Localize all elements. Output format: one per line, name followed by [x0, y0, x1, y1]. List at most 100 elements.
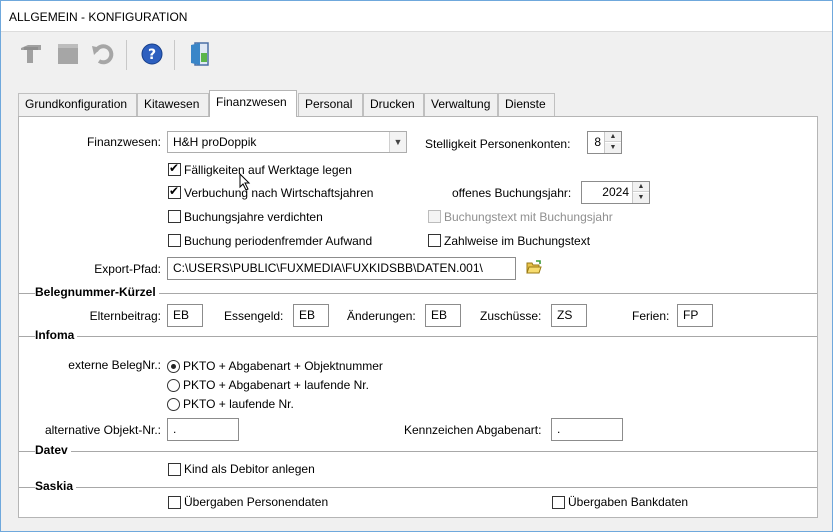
- kennzeichen-abgabenart-value: .: [557, 422, 561, 436]
- alternative-objekt-nr-input[interactable]: .: [167, 418, 239, 441]
- cancel-icon[interactable]: [55, 41, 81, 67]
- tab-dienste[interactable]: Dienste: [498, 93, 555, 116]
- bankdaten-checkbox[interactable]: [552, 496, 565, 509]
- toolbar-separator: [126, 40, 127, 70]
- stelligkeit-value: 8: [594, 135, 601, 149]
- ferien-label: Ferien:: [632, 309, 670, 323]
- tab-verwaltung[interactable]: Verwaltung: [424, 93, 498, 116]
- saskia-group-title: Saskia: [35, 479, 77, 493]
- finanzwesen-value: H&H proDoppik: [173, 135, 257, 149]
- elternbeitrag-label: Elternbeitrag:: [89, 309, 161, 323]
- buchungstext-label: Buchungstext mit Buchungsjahr: [444, 210, 613, 224]
- belegnummer-group-title: Belegnummer-Kürzel: [35, 285, 159, 299]
- group-divider: [19, 451, 817, 452]
- tab-label: Verwaltung: [431, 97, 491, 111]
- undo-icon[interactable]: [90, 41, 116, 67]
- essengeld-value: EB: [299, 308, 316, 322]
- alternative-objekt-nr-label: alternative Objekt-Nr.:: [44, 423, 161, 437]
- radio-laufende-nr-abgabenart-label: PKTO + Abgabenart + laufende Nr.: [183, 378, 369, 392]
- chevron-down-icon[interactable]: ▼: [389, 132, 406, 152]
- faelligkeiten-label: Fälligkeiten auf Werktage legen: [184, 163, 352, 177]
- bankdaten-label: Übergaben Bankdaten: [568, 495, 689, 509]
- radio-laufende-nr-abgabenart[interactable]: [167, 379, 180, 392]
- debitor-checkbox[interactable]: [168, 463, 181, 476]
- toolbar-separator: [174, 40, 175, 70]
- save-icon[interactable]: [18, 41, 44, 67]
- spin-down-icon[interactable]: ▼: [633, 193, 649, 203]
- faelligkeiten-checkbox[interactable]: ✔: [168, 161, 181, 176]
- finanzwesen-label: Finanzwesen:: [86, 135, 161, 149]
- spin-up-icon[interactable]: ▲: [605, 132, 621, 142]
- aenderungen-input[interactable]: EB: [425, 304, 461, 327]
- ferien-value: FP: [683, 308, 699, 322]
- verbuchung-label: Verbuchung nach Wirtschaftsjahren: [184, 186, 374, 200]
- tab-label: Finanzwesen: [216, 95, 287, 109]
- periodenfremd-checkbox[interactable]: [168, 234, 181, 247]
- check-icon: ✔: [169, 161, 180, 175]
- verdichten-label: Buchungsjahre verdichten: [184, 210, 323, 224]
- offenes-buchungsjahr-spinner[interactable]: 2024 ▲ ▼: [581, 181, 650, 204]
- export-path-value: C:\USERS\PUBLIC\FUXMEDIA\FUXKIDSBB\DATEN…: [173, 261, 483, 275]
- essengeld-label: Essengeld:: [224, 309, 284, 323]
- zuschuesse-input[interactable]: ZS: [551, 304, 587, 327]
- title-bar: ALLGEMEIN - KONFIGURATION: [1, 1, 832, 32]
- radio-objektnummer[interactable]: [167, 360, 180, 373]
- debitor-label: Kind als Debitor anlegen: [184, 462, 315, 476]
- offenes-buchungsjahr-label: offenes Buchungsjahr:: [452, 186, 572, 200]
- aenderungen-value: EB: [431, 308, 448, 322]
- folder-open-icon[interactable]: [526, 260, 542, 275]
- export-path-input[interactable]: C:\USERS\PUBLIC\FUXMEDIA\FUXKIDSBB\DATEN…: [167, 257, 516, 280]
- ferien-input[interactable]: FP: [677, 304, 713, 327]
- help-icon[interactable]: ?: [139, 41, 165, 67]
- personendaten-checkbox[interactable]: [168, 496, 181, 509]
- radio-laufende-nr-label: PKTO + laufende Nr.: [183, 397, 294, 411]
- check-icon: ✔: [169, 184, 180, 198]
- alternative-objekt-nr-value: .: [173, 422, 177, 436]
- tab-personal[interactable]: Personal: [298, 93, 363, 116]
- offenes-buchungsjahr-value: 2024: [602, 185, 629, 199]
- zuschuesse-label: Zuschüsse:: [480, 309, 542, 323]
- infoma-group-title: Infoma: [35, 328, 78, 342]
- tab-grundkonfiguration[interactable]: Grundkonfiguration: [18, 93, 137, 116]
- toolbar: ?: [1, 33, 832, 79]
- tab-kitawesen[interactable]: Kitawesen: [137, 93, 209, 116]
- stelligkeit-spinner[interactable]: 8 ▲ ▼: [587, 131, 622, 154]
- svg-text:?: ?: [148, 47, 156, 63]
- stelligkeit-label: Stelligkeit Personenkonten:: [425, 137, 571, 151]
- verbuchung-checkbox[interactable]: ✔: [168, 184, 181, 199]
- tab-label: Grundkonfiguration: [25, 97, 128, 111]
- radio-selected-dot: [171, 364, 176, 369]
- kennzeichen-abgabenart-input[interactable]: .: [551, 418, 623, 441]
- group-divider: [19, 487, 817, 488]
- radio-laufende-nr[interactable]: [167, 398, 180, 411]
- group-divider: [19, 336, 817, 337]
- tab-finanzwesen[interactable]: Finanzwesen: [209, 90, 297, 117]
- tab-label: Dienste: [505, 97, 546, 111]
- personendaten-label: Übergaben Personendaten: [184, 495, 329, 509]
- tab-drucken[interactable]: Drucken: [363, 93, 424, 116]
- radio-objektnummer-label: PKTO + Abgabenart + Objektnummer: [183, 359, 383, 373]
- tab-label: Kitawesen: [144, 97, 200, 111]
- verdichten-checkbox[interactable]: [168, 210, 181, 223]
- aenderungen-label: Änderungen:: [347, 309, 416, 323]
- export-path-label: Export-Pfad:: [94, 262, 161, 276]
- externe-belegnr-label: externe BelegNr.:: [68, 358, 161, 372]
- tab-label: Personal: [305, 97, 353, 111]
- zuschuesse-value: ZS: [557, 308, 573, 322]
- spin-up-icon[interactable]: ▲: [633, 182, 649, 192]
- exit-door-icon[interactable]: [187, 41, 213, 67]
- elternbeitrag-input[interactable]: EB: [167, 304, 203, 327]
- finanzwesen-select[interactable]: H&H proDoppik ▼: [167, 131, 407, 153]
- spin-down-icon[interactable]: ▼: [605, 143, 621, 153]
- elternbeitrag-value: EB: [173, 308, 190, 322]
- window-title: ALLGEMEIN - KONFIGURATION: [9, 10, 188, 24]
- configuration-window: ALLGEMEIN - KONFIGURATION ? Grundkonfigu…: [0, 0, 833, 532]
- essengeld-input[interactable]: EB: [293, 304, 329, 327]
- finanzwesen-panel: Finanzwesen: H&H proDoppik ▼ Stelligkeit…: [18, 116, 818, 518]
- tab-label: Drucken: [370, 97, 415, 111]
- kennzeichen-abgabenart-label: Kennzeichen Abgabenart:: [404, 423, 542, 437]
- zahlweise-checkbox[interactable]: [428, 234, 441, 247]
- buchungstext-checkbox[interactable]: [428, 210, 441, 223]
- zahlweise-label: Zahlweise im Buchungstext: [444, 234, 591, 248]
- datev-group-title: Datev: [35, 443, 71, 457]
